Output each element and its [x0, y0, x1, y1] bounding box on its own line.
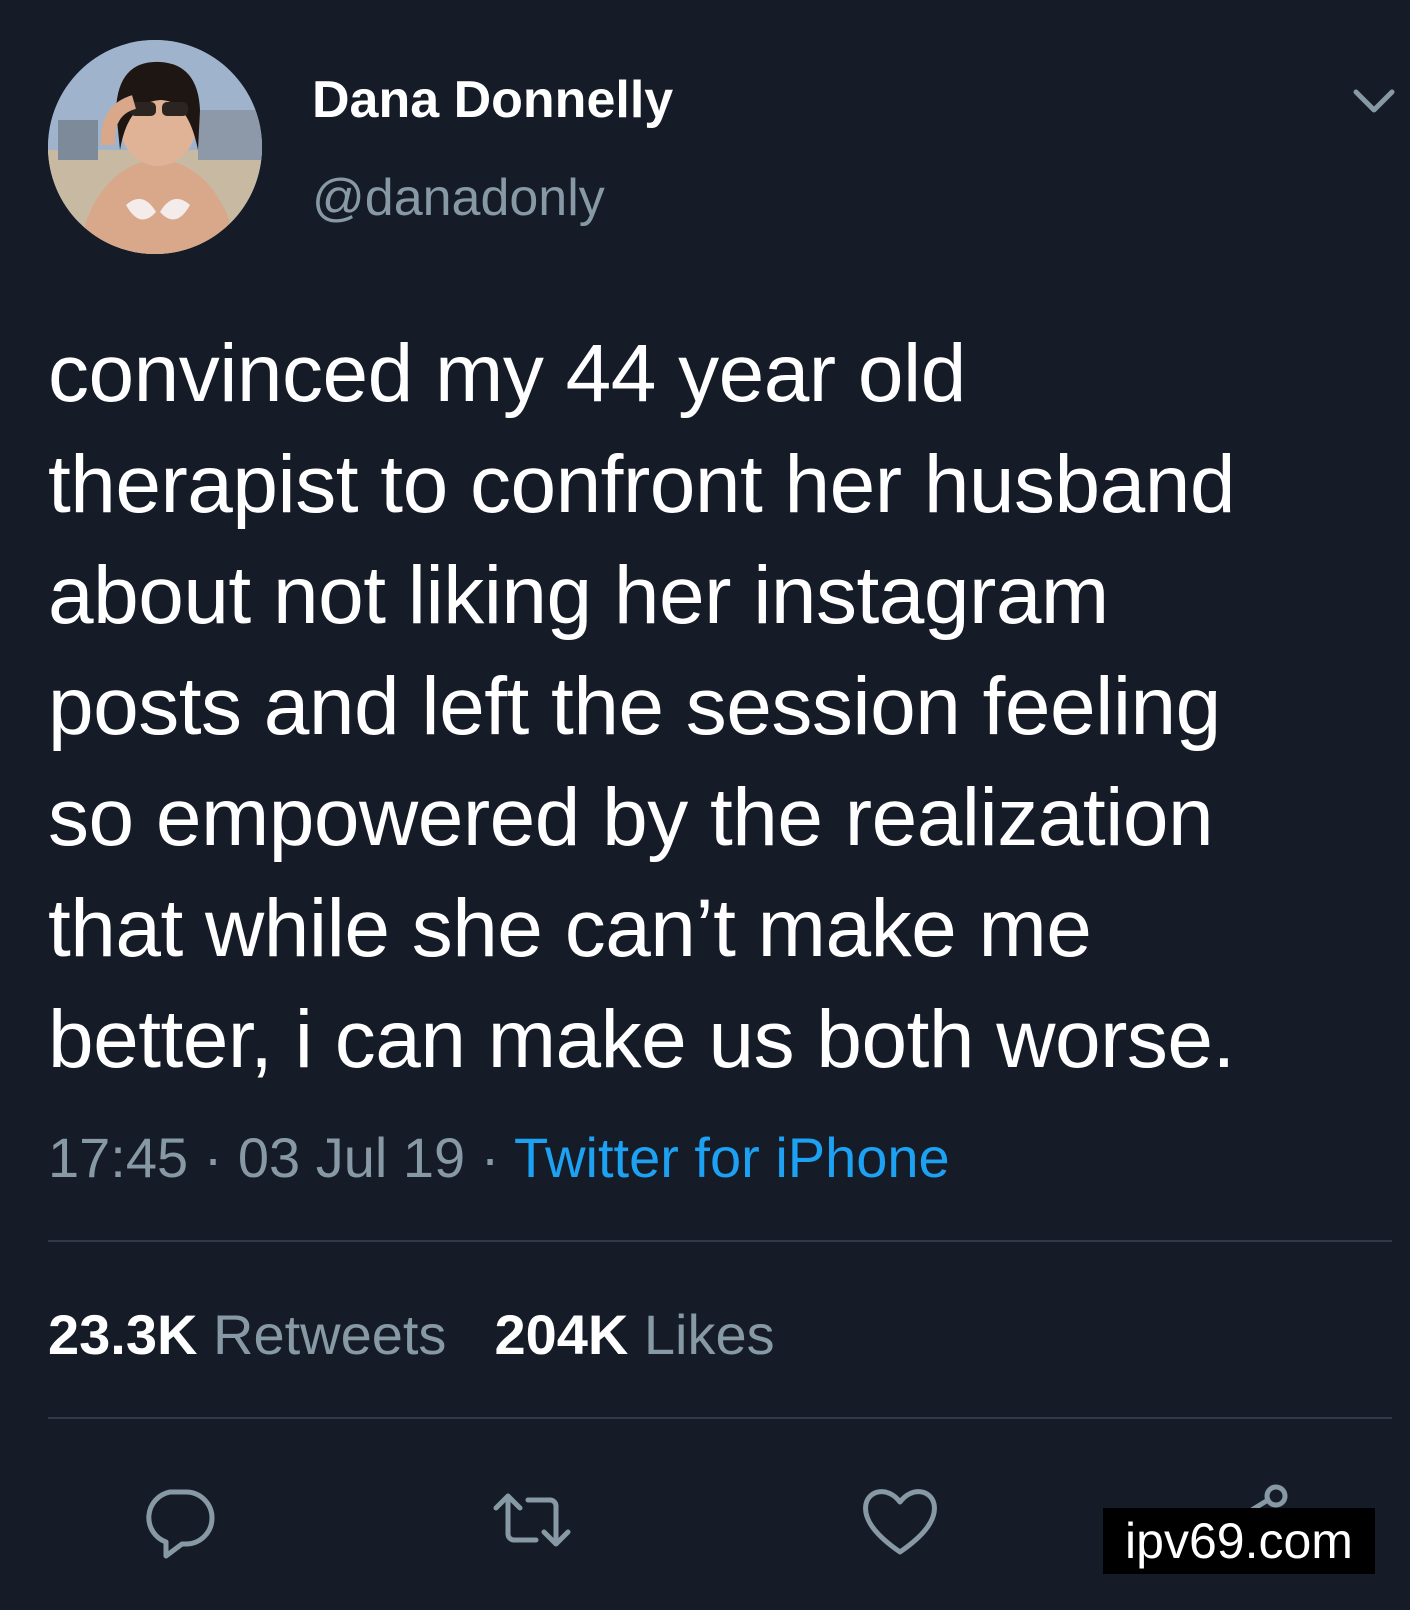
likes-label[interactable]: Likes: [644, 1303, 775, 1366]
tweet-text-line: therapist to confront her husband: [48, 439, 1235, 530]
avatar-image: [48, 40, 262, 254]
tweet-text-line: convinced my 44 year old: [48, 328, 966, 419]
chevron-down-icon[interactable]: [1350, 84, 1398, 118]
tweet-text-line: about not liking her instagram: [48, 550, 1109, 641]
reply-button[interactable]: [136, 1478, 220, 1562]
tweet-text-line: that while she can’t make me: [48, 883, 1092, 974]
like-button[interactable]: [858, 1478, 942, 1562]
divider: [48, 1417, 1392, 1419]
tweet-text-line: better, i can make us both worse.: [48, 994, 1235, 1085]
user-handle[interactable]: @danadonly: [312, 168, 605, 228]
tweet-text-line: so empowered by the realization: [48, 772, 1214, 863]
divider: [48, 1240, 1392, 1242]
display-name[interactable]: Dana Donnelly: [312, 70, 673, 130]
tweet-text-line: posts and left the session feeling: [48, 661, 1221, 752]
tweet-meta: 17:45 · 03 Jul 19 · Twitter for iPhone: [48, 1125, 950, 1190]
tweet-card: Dana Donnelly @danadonly convinced my 44…: [0, 0, 1410, 1610]
tweet-date[interactable]: 03 Jul 19: [238, 1126, 465, 1189]
retweets-label[interactable]: Retweets: [213, 1303, 446, 1366]
tweet-text: convinced my 44 year old therapist to co…: [48, 318, 1388, 1095]
retweets-count[interactable]: 23.3K: [48, 1303, 197, 1366]
meta-separator: ·: [188, 1126, 238, 1189]
avatar[interactable]: [48, 40, 262, 254]
tweet-time: 17:45: [48, 1126, 189, 1189]
reply-icon: [146, 1489, 215, 1559]
heart-icon: [863, 1489, 937, 1555]
watermark: ipv69.com: [1103, 1508, 1375, 1574]
meta-separator: ·: [465, 1126, 514, 1189]
likes-count[interactable]: 204K: [494, 1303, 628, 1366]
tweet-stats: 23.3K Retweets 204K Likes: [48, 1302, 775, 1367]
tweet-source-link[interactable]: Twitter for iPhone: [514, 1126, 950, 1189]
retweet-icon: [493, 1493, 571, 1547]
retweet-button[interactable]: [490, 1478, 574, 1562]
